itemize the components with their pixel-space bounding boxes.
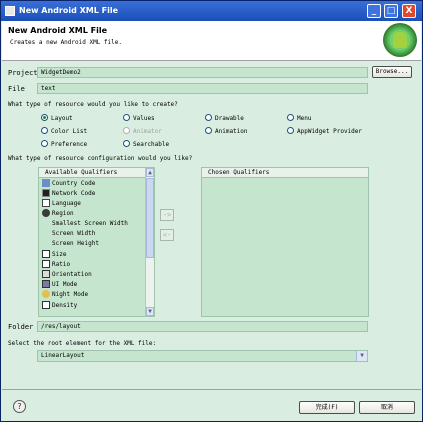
radio-layout[interactable]: Layout (41, 114, 73, 123)
qualifier-screen-height[interactable]: Screen Height (52, 239, 99, 249)
wizard-title: New Android XML File (8, 26, 107, 35)
root-element-value: LinearLayout (41, 352, 85, 359)
radio-animation-label: Animation (215, 128, 248, 135)
help-icon[interactable]: ? (13, 400, 26, 413)
qualifier-label: Network Code (52, 190, 96, 197)
android-logo-icon (383, 23, 417, 57)
qualifier-night-mode[interactable]: Night Mode (42, 289, 89, 300)
chevron-down-icon[interactable]: ▼ (356, 351, 367, 361)
project-label: Project (8, 69, 38, 77)
scroll-up-icon[interactable]: ▲ (146, 168, 154, 177)
qualifier-label: Screen Width (52, 230, 96, 237)
region-icon (42, 208, 50, 217)
folder-field[interactable]: /res/layout (37, 321, 368, 332)
radio-drawable[interactable]: Drawable (205, 114, 244, 123)
title-bar[interactable]: New Android XML File _ □ X (1, 1, 422, 21)
new-android-xml-dialog: New Android XML File _ □ X New Android X… (0, 0, 423, 422)
qualifier-ratio[interactable]: Ratio (42, 259, 71, 270)
radio-animator-label: Animator (133, 128, 162, 135)
qualifier-label: Language (52, 200, 81, 207)
chosen-qualifiers-list[interactable]: Chosen Qualifiers (201, 167, 369, 317)
window-title: New Android XML File (19, 6, 118, 15)
available-qualifiers-header: Available Qualifiers (39, 168, 154, 178)
qualifier-label: Smallest Screen Width (52, 220, 128, 227)
qualifier-ui-mode[interactable]: UI Mode (42, 279, 78, 290)
available-qualifiers-list[interactable]: Available Qualifiers Country Code Networ… (38, 167, 155, 317)
qualifier-country-code[interactable]: Country Code (42, 178, 96, 189)
density-icon (42, 300, 50, 309)
radio-values-label: Values (133, 115, 155, 122)
qualifier-language[interactable]: Language (42, 198, 81, 209)
project-field[interactable]: WidgetDemo2 (37, 67, 368, 78)
radio-preference-label: Preference (51, 141, 88, 148)
add-qualifier-button[interactable]: -> (160, 209, 174, 221)
qualifier-screen-width[interactable]: Screen Width (52, 229, 95, 239)
footer-divider (2, 389, 421, 390)
ui-mode-icon (42, 279, 50, 288)
qualifier-network-code[interactable]: Network Code (42, 188, 96, 199)
ratio-icon (42, 259, 50, 268)
size-icon (42, 249, 50, 258)
qualifier-density[interactable]: Density (42, 300, 78, 311)
orientation-icon (42, 269, 50, 278)
country-code-icon (42, 178, 50, 187)
radio-color-list[interactable]: Color List (41, 127, 88, 136)
file-field[interactable]: text (37, 83, 368, 94)
wizard-subtitle: Creates a new Android XML file. (10, 39, 122, 46)
radio-layout-label: Layout (51, 115, 73, 122)
radio-menu-label: Menu (297, 115, 312, 122)
qualifier-region[interactable]: Region (42, 208, 74, 219)
minimize-button[interactable]: _ (367, 4, 381, 18)
qualifier-label: Night Mode (52, 291, 89, 298)
radio-preference[interactable]: Preference (41, 140, 88, 149)
root-element-question: Select the root element for the XML file… (8, 340, 157, 347)
available-qualifiers-scrollbar[interactable]: ▲ ▼ (145, 168, 154, 316)
scroll-down-icon[interactable]: ▼ (146, 307, 154, 316)
root-element-combo[interactable]: LinearLayout ▼ (37, 350, 368, 362)
browse-button[interactable]: Browse... (372, 66, 412, 78)
language-icon (42, 198, 50, 207)
wizard-header: New Android XML File Creates a new Andro… (2, 21, 421, 61)
radio-searchable[interactable]: Searchable (123, 140, 170, 149)
network-code-icon (42, 188, 50, 197)
remove-qualifier-button[interactable]: <- (160, 229, 174, 241)
radio-menu[interactable]: Menu (287, 114, 312, 123)
radio-color-list-label: Color List (51, 128, 88, 135)
qualifier-size[interactable]: Size (42, 249, 67, 260)
resource-type-question: What type of resource would you like to … (8, 101, 178, 108)
radio-appwidget-provider-label: AppWidget Provider (297, 128, 363, 135)
cancel-button[interactable]: 取消 (359, 401, 415, 414)
qualifier-label: Ratio (52, 261, 71, 268)
qualifier-orientation[interactable]: Orientation (42, 269, 92, 280)
qualifier-label: UI Mode (52, 281, 78, 288)
finish-button[interactable]: 完成(F) (299, 401, 355, 414)
chosen-qualifiers-header: Chosen Qualifiers (202, 168, 368, 178)
radio-animator: Animator (123, 127, 162, 136)
file-label: File (8, 85, 25, 93)
night-mode-icon (42, 289, 50, 298)
qualifier-label: Country Code (52, 180, 96, 187)
scroll-thumb[interactable] (146, 178, 154, 258)
radio-appwidget-provider[interactable]: AppWidget Provider (287, 127, 363, 136)
qualifier-label: Size (52, 251, 67, 258)
qualifier-label: Density (52, 302, 78, 309)
folder-label: Folder (8, 323, 34, 331)
qualifier-label: Screen Height (52, 240, 99, 247)
maximize-button[interactable]: □ (384, 4, 398, 18)
qualifier-label: Orientation (52, 271, 92, 278)
config-question: What type of resource configuration woul… (8, 155, 193, 162)
qualifier-smallest-screen-width[interactable]: Smallest Screen Width (52, 219, 128, 229)
radio-searchable-label: Searchable (133, 141, 170, 148)
radio-drawable-label: Drawable (215, 115, 244, 122)
close-button[interactable]: X (402, 4, 416, 18)
window-icon (5, 6, 15, 16)
qualifier-label: Region (52, 210, 74, 217)
radio-values[interactable]: Values (123, 114, 155, 123)
radio-animation[interactable]: Animation (205, 127, 248, 136)
